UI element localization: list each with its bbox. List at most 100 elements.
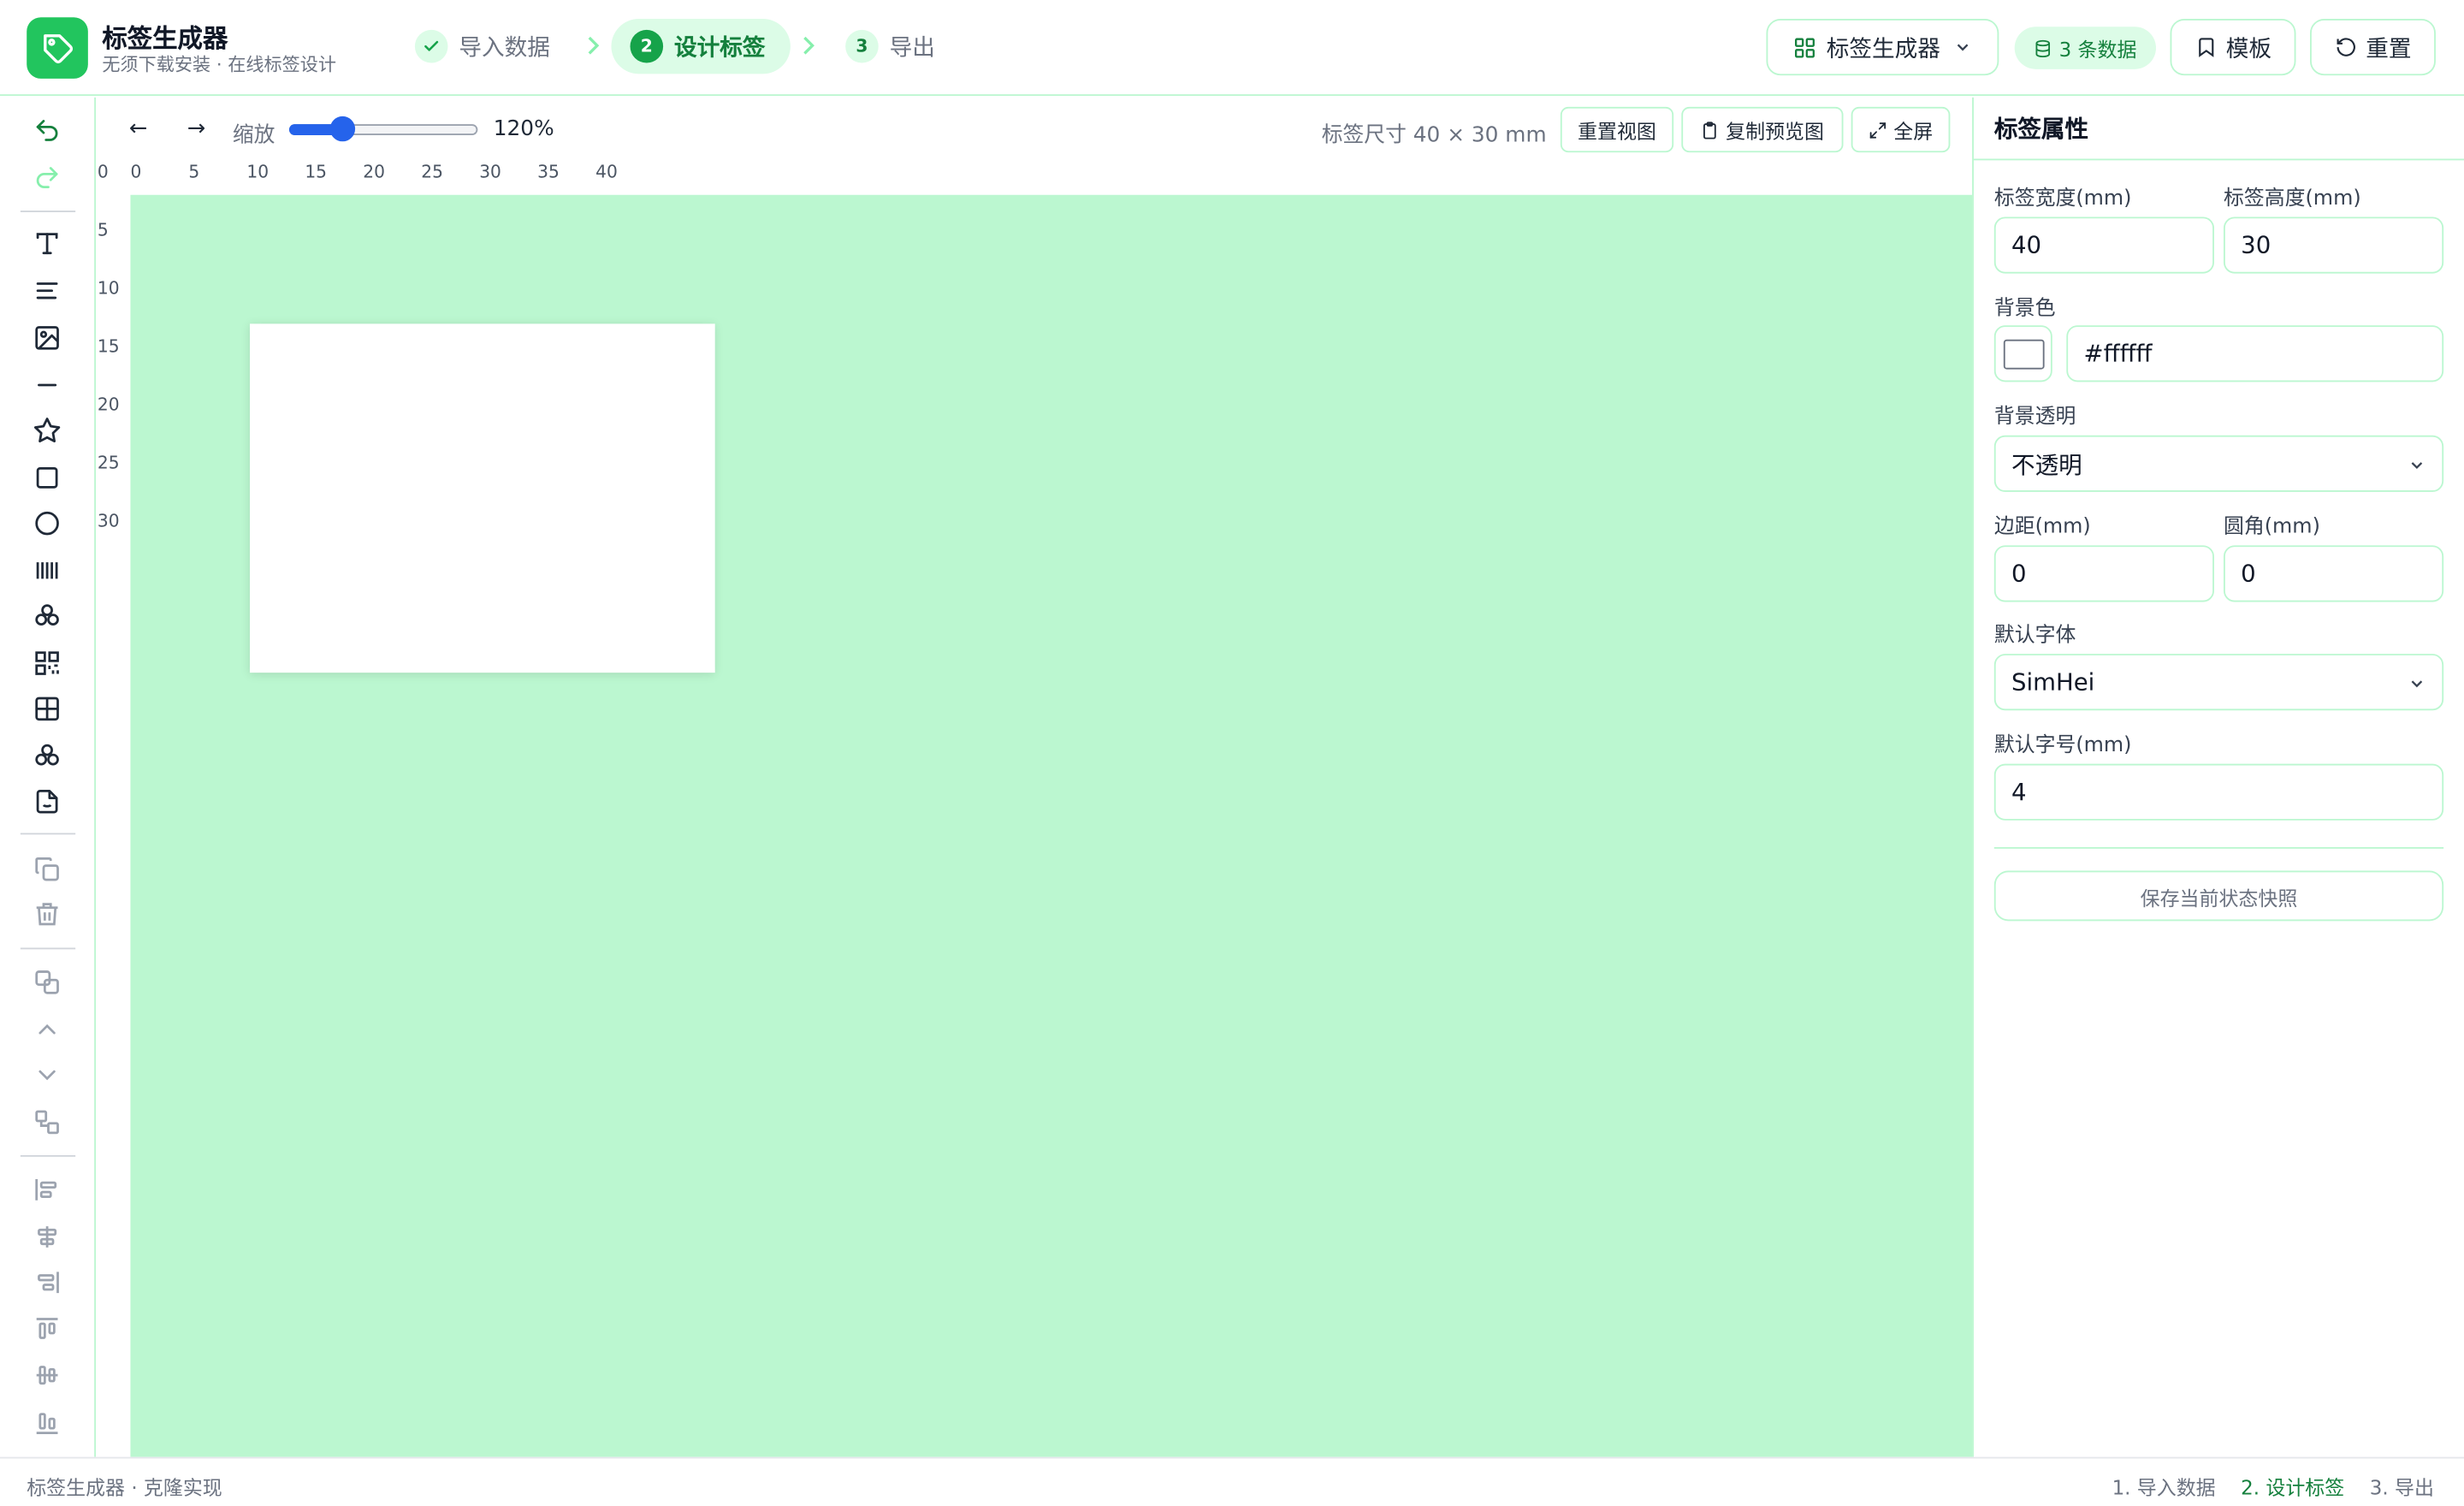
footer-step-export[interactable]: 3. 导出	[2370, 1471, 2434, 1501]
ruler-tick: 30	[479, 162, 501, 183]
ungroup-icon[interactable]	[30, 1105, 64, 1139]
app-subtitle: 无须下载安装 · 在线标签设计	[102, 53, 337, 76]
reset-button[interactable]: 重置	[2310, 19, 2436, 76]
copy-preview-button[interactable]: 复制预览图	[1681, 106, 1844, 153]
font-select[interactable]: SimHei	[1993, 654, 2444, 711]
font-label: 默认字体	[1993, 624, 2076, 648]
clipboard-icon	[1703, 121, 1717, 139]
bg-color-swatch[interactable]	[1993, 325, 2052, 382]
bookmark-icon	[2198, 38, 2213, 57]
fullscreen-button[interactable]: 全屏	[1851, 106, 1951, 153]
padding-input[interactable]: 0	[1993, 545, 2214, 602]
sticker-icon[interactable]	[30, 785, 64, 819]
table-icon[interactable]	[30, 691, 64, 726]
expand-icon	[1869, 122, 1886, 138]
align-center-h-icon[interactable]	[30, 1219, 64, 1254]
footer-step-import[interactable]: 1. 导入数据	[2112, 1471, 2216, 1501]
save-snapshot-button[interactable]: 保存当前状态快照	[1993, 870, 2444, 922]
footer-step-design[interactable]: 2. 设计标签	[2241, 1471, 2344, 1501]
width-label: 标签宽度(mm)	[1993, 187, 2132, 211]
design-canvas[interactable]	[130, 194, 1973, 1457]
properties-panel: 标签属性 标签宽度(mm) 标签高度(mm) 40 30 背景色 #ffffff…	[1972, 97, 2464, 1457]
bg-color-label: 背景色	[1993, 297, 2056, 321]
align-middle-v-icon[interactable]	[30, 1358, 64, 1392]
zoom-slider-thumb[interactable]	[329, 116, 355, 142]
label-preview[interactable]	[250, 323, 715, 673]
step-label: 导入数据	[459, 36, 550, 62]
ruler-tick: 10	[246, 162, 270, 183]
reset-label: 重置	[2366, 37, 2412, 62]
label-size-info: 标签尺寸 40 × 30 mm	[1321, 122, 1547, 148]
ruler-corner: 0	[97, 162, 109, 183]
step-number: 2	[630, 29, 664, 63]
data-count-badge[interactable]: 3 条数据	[2014, 27, 2157, 69]
shapes-icon[interactable]	[30, 599, 64, 633]
step-design-label[interactable]: 2 设计标签	[611, 19, 791, 74]
step-number: 3	[845, 29, 879, 63]
text-icon[interactable]	[30, 226, 64, 260]
font-size-input[interactable]: 4	[1993, 763, 2444, 821]
radius-label: 圆角(mm)	[2223, 515, 2320, 540]
duplicate-icon[interactable]	[30, 852, 64, 886]
fullscreen-label: 全屏	[1893, 119, 1934, 144]
template-button[interactable]: 模板	[2170, 19, 2296, 76]
width-input[interactable]: 40	[1993, 216, 2214, 274]
grid-icon	[1795, 37, 1815, 57]
barcode-icon[interactable]	[30, 554, 64, 588]
chevron-right-icon	[803, 36, 814, 55]
height-input[interactable]: 30	[2223, 216, 2444, 274]
delete-icon[interactable]	[30, 898, 64, 932]
copy-preview-label: 复制预览图	[1726, 119, 1824, 144]
app-title: 标签生成器	[102, 23, 228, 54]
qrcode-icon[interactable]	[30, 646, 64, 680]
paragraph-icon[interactable]	[30, 274, 64, 308]
bg-opacity-value: 不透明	[2011, 450, 2082, 479]
chevron-down-icon	[2411, 680, 2423, 688]
redo-icon[interactable]	[30, 160, 64, 194]
bring-forward-icon[interactable]	[30, 1012, 64, 1046]
zoom-slider[interactable]	[288, 116, 478, 142]
font-value: SimHei	[2011, 667, 2095, 697]
chevron-down-icon	[1957, 44, 1968, 51]
line-icon[interactable]	[30, 368, 64, 402]
star-icon[interactable]	[30, 413, 64, 448]
app-switch-dropdown[interactable]: 标签生成器	[1766, 19, 1999, 76]
ruler-tick: 5	[188, 162, 200, 183]
app-header: 标签生成器 无须下载安装 · 在线标签设计 导入数据 2 设计标签 3 导出 标…	[0, 0, 2464, 97]
step-import-data[interactable]: 导入数据	[414, 19, 550, 74]
ruler-tick: 15	[305, 162, 328, 183]
shapes-icon[interactable]	[30, 738, 64, 773]
ruler-tick: 30	[97, 510, 120, 531]
database-icon	[2036, 39, 2051, 57]
align-right-icon[interactable]	[30, 1266, 64, 1300]
step-export[interactable]: 3 导出	[845, 19, 935, 74]
font-size-label: 默认字号(mm)	[1993, 733, 2132, 758]
circle-icon[interactable]	[30, 506, 64, 540]
ruler-tick: 20	[97, 394, 120, 415]
image-icon[interactable]	[30, 321, 64, 355]
footer: 标签生成器 · 克隆实现 1. 导入数据 2. 设计标签 3. 导出	[0, 1456, 2464, 1506]
ruler-tick: 35	[537, 162, 560, 183]
reset-view-button[interactable]: 重置视图	[1560, 106, 1674, 153]
horizontal-ruler: 0 0 5 10 15 20 25 30 35 40	[97, 160, 1973, 195]
align-bottom-icon[interactable]	[30, 1405, 64, 1439]
chevron-down-icon	[2411, 462, 2423, 470]
vertical-ruler: 5 10 15 20 25 30	[97, 194, 131, 1457]
ruler-tick: 25	[97, 452, 120, 473]
pan-left-button[interactable]: ←	[122, 111, 154, 145]
send-backward-icon[interactable]	[30, 1058, 64, 1092]
align-top-icon[interactable]	[30, 1313, 64, 1347]
undo-icon[interactable]	[30, 113, 64, 147]
pan-right-button[interactable]: →	[181, 111, 212, 145]
group-icon[interactable]	[30, 965, 64, 999]
rectangle-icon[interactable]	[30, 460, 64, 495]
app-switch-label: 标签生成器	[1826, 37, 1940, 62]
bg-opacity-select[interactable]: 不透明	[1993, 435, 2444, 492]
canvas-toolbar: ← → 缩放 120% 标签尺寸 40 × 30 mm 重置视图 复制预览图 全…	[97, 97, 1973, 161]
radius-input[interactable]: 0	[2223, 545, 2444, 602]
bg-color-input[interactable]: #ffffff	[2066, 325, 2444, 382]
ruler-tick: 0	[130, 162, 142, 183]
align-left-icon[interactable]	[30, 1172, 64, 1207]
check-icon	[414, 29, 448, 63]
chevron-right-icon	[588, 36, 600, 55]
